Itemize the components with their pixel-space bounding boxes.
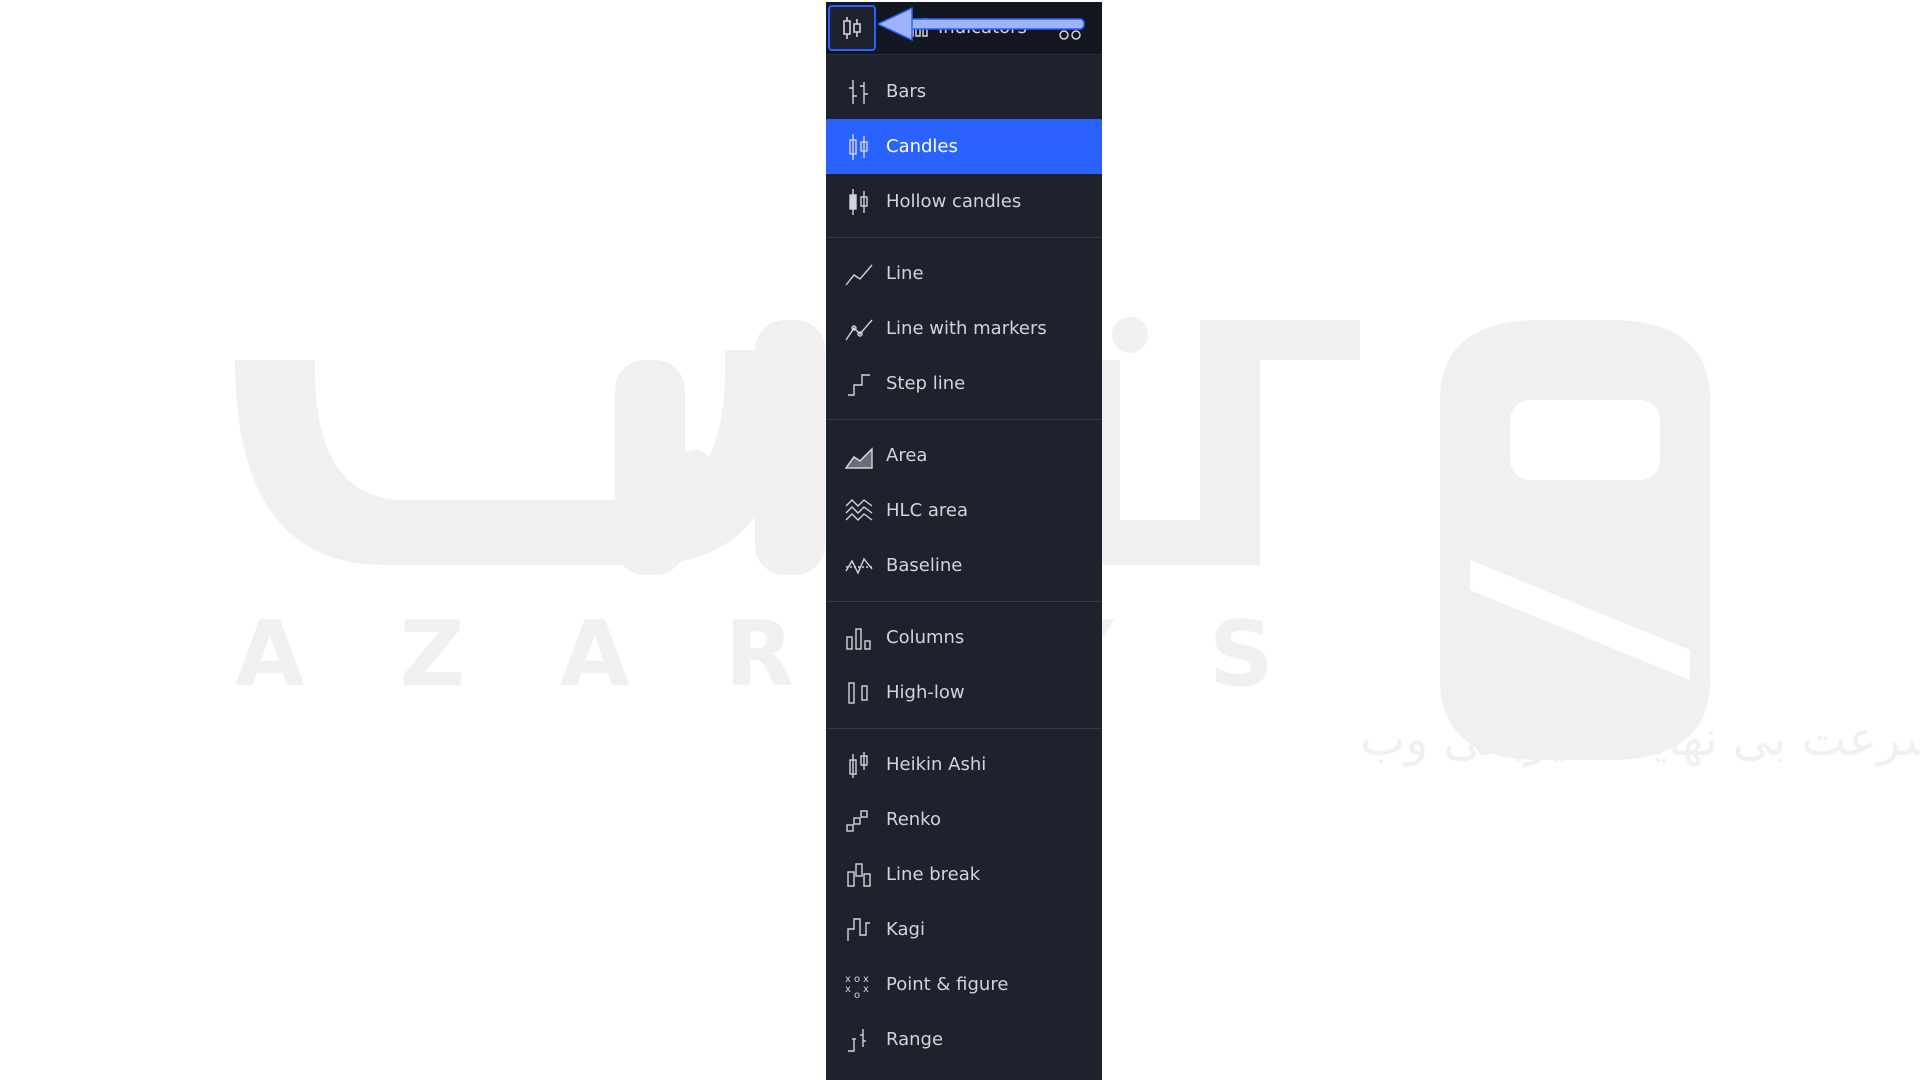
watermark-brand-text: AZARSYS bbox=[235, 602, 1369, 707]
pointer-arrow bbox=[878, 6, 1085, 42]
menu-item-high-low[interactable]: High-low bbox=[826, 665, 1102, 720]
menu-item-columns[interactable]: Columns bbox=[826, 610, 1102, 665]
menu-item-hlc-area[interactable]: HLC area bbox=[826, 483, 1102, 538]
menu-item-label: High-low bbox=[886, 682, 965, 703]
menu-item-label: Line break bbox=[886, 864, 981, 885]
menu-separator bbox=[826, 728, 1102, 729]
svg-text:o: o bbox=[854, 974, 860, 985]
menu-item-area[interactable]: Area bbox=[826, 428, 1102, 483]
menu-item-line-markers[interactable]: Line with markers bbox=[826, 301, 1102, 356]
menu-item-line[interactable]: Line bbox=[826, 246, 1102, 301]
menu-separator bbox=[826, 601, 1102, 602]
menu-item-label: Renko bbox=[886, 809, 941, 830]
menu-separator bbox=[826, 419, 1102, 420]
chart-type-dropdown: Indicators Bars Candles Hollow candles Line… bbox=[826, 2, 1102, 1080]
chart-type-button[interactable] bbox=[828, 5, 876, 51]
watermark-slogan-text: سرعت بی نهایت میزبانی وب bbox=[1360, 711, 1920, 767]
menu-item-label: Kagi bbox=[886, 919, 925, 940]
top-toolbar: Indicators bbox=[826, 2, 1102, 55]
hollow-candles-icon bbox=[844, 187, 874, 217]
line-icon bbox=[844, 259, 874, 289]
bars-icon bbox=[844, 77, 874, 107]
chart-type-menu: Bars Candles Hollow candles Line Line with m… bbox=[826, 64, 1102, 1067]
menu-item-label: Area bbox=[886, 445, 928, 466]
columns-icon bbox=[844, 623, 874, 653]
line-break-icon bbox=[844, 860, 874, 890]
candles-icon bbox=[839, 15, 865, 41]
point-figure-icon: xoxxxo bbox=[844, 970, 874, 1000]
menu-item-bars[interactable]: Bars bbox=[826, 64, 1102, 119]
svg-text:x: x bbox=[845, 984, 851, 995]
menu-item-label: Point & figure bbox=[886, 974, 1009, 995]
menu-item-label: Line with markers bbox=[886, 318, 1047, 339]
area-icon bbox=[844, 441, 874, 471]
step-line-icon bbox=[844, 369, 874, 399]
menu-item-renko[interactable]: Renko bbox=[826, 792, 1102, 847]
menu-item-label: HLC area bbox=[886, 500, 968, 521]
menu-item-baseline[interactable]: Baseline bbox=[826, 538, 1102, 593]
menu-item-candles[interactable]: Candles bbox=[826, 119, 1102, 174]
svg-text:o: o bbox=[854, 990, 860, 1000]
menu-item-heikin-ashi[interactable]: Heikin Ashi bbox=[826, 737, 1102, 792]
high-low-icon bbox=[844, 678, 874, 708]
baseline-icon bbox=[844, 551, 874, 581]
menu-item-line-break[interactable]: Line break bbox=[826, 847, 1102, 902]
menu-item-label: Range bbox=[886, 1029, 944, 1050]
menu-item-label: Candles bbox=[886, 136, 958, 157]
menu-item-kagi[interactable]: Kagi bbox=[826, 902, 1102, 957]
svg-text:x: x bbox=[863, 984, 869, 995]
menu-item-hollow-candles[interactable]: Hollow candles bbox=[826, 174, 1102, 229]
candles-icon bbox=[844, 132, 874, 162]
menu-item-label: Line bbox=[886, 263, 924, 284]
line-markers-icon bbox=[844, 314, 874, 344]
menu-item-label: Bars bbox=[886, 81, 927, 102]
menu-item-label: Step line bbox=[886, 373, 966, 394]
kagi-icon bbox=[844, 915, 874, 945]
menu-item-point-figure[interactable]: x o x x x o Point & figure bbox=[826, 957, 1102, 1012]
menu-item-label: Heikin Ashi bbox=[886, 754, 987, 775]
menu-item-range[interactable]: Range bbox=[826, 1012, 1102, 1067]
menu-separator bbox=[826, 237, 1102, 238]
menu-item-label: Columns bbox=[886, 627, 965, 648]
menu-item-label: Baseline bbox=[886, 555, 963, 576]
range-icon bbox=[844, 1025, 874, 1055]
menu-item-label: Hollow candles bbox=[886, 191, 1022, 212]
renko-icon bbox=[844, 805, 874, 835]
menu-item-step-line[interactable]: Step line bbox=[826, 356, 1102, 411]
heikin-ashi-icon bbox=[844, 750, 874, 780]
hlc-area-icon bbox=[844, 496, 874, 526]
